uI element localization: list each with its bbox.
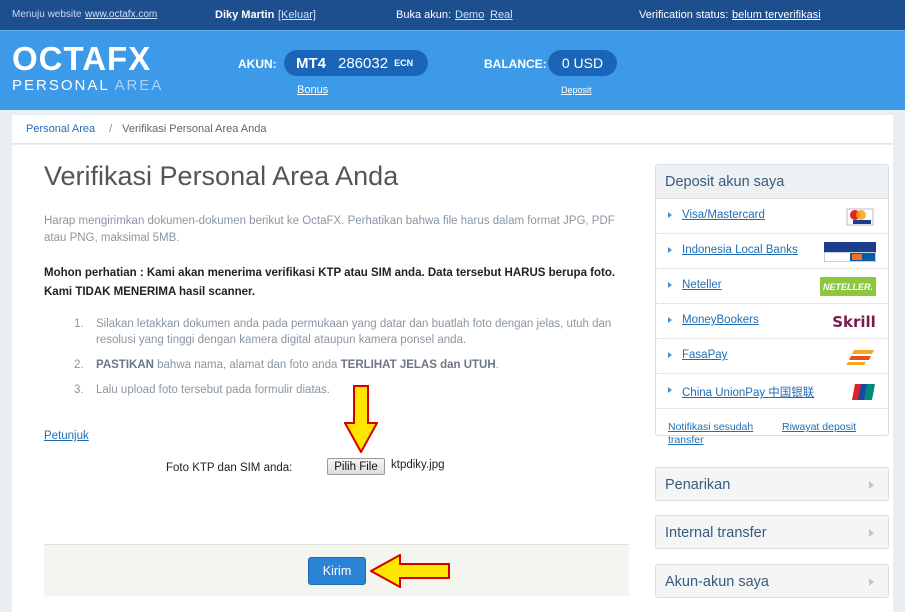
deposit-method-row[interactable]: Visa/Mastercard <box>656 199 888 234</box>
chevron-right-icon <box>869 578 874 586</box>
balance-label: BALANCE: <box>484 57 547 71</box>
logo-area: AREA <box>114 77 164 94</box>
selected-file-name: ktpdiky.jpg <box>391 459 445 471</box>
deposit-method-row[interactable]: Indonesia Local Banks <box>656 234 888 269</box>
deposit-method-link[interactable]: China UnionPay 中国银联 <box>682 384 814 400</box>
header: OCTAFX PERSONAL AREA AKUN: MT4 286032 EC… <box>0 30 905 110</box>
notice-text: Mohon perhatian : Kami akan menerima ver… <box>44 267 616 298</box>
breadcrumb-current: Verifikasi Personal Area Anda <box>122 123 267 135</box>
menuju-website-label: Menuju website <box>12 9 82 20</box>
instruction-step: 1. Silakan letakkan dokumen anda pada per… <box>74 318 612 346</box>
open-demo-link[interactable]: Demo <box>455 9 484 21</box>
verification-label: Verification status: <box>639 9 729 21</box>
balance-value: 0 USD <box>561 55 604 71</box>
deposit-method-row[interactable]: MoneyBookers Skrill <box>656 304 888 339</box>
octafx-logo[interactable]: OCTAFX PERSONAL AREA <box>12 40 164 95</box>
logo-personal: PERSONAL <box>12 77 110 94</box>
account-selector[interactable]: MT4 286032 ECN <box>284 50 428 76</box>
instruction-list: 1. Silakan letakkan dokumen anda pada per… <box>74 316 634 407</box>
bullet-icon <box>668 282 672 288</box>
breadcrumb-separator: / <box>109 123 113 135</box>
penarikan-title: Penarikan <box>665 477 731 493</box>
penarikan-panel[interactable]: Penarikan <box>655 467 889 501</box>
bonus-link[interactable]: Bonus <box>297 84 328 96</box>
open-real-link[interactable]: Real <box>490 9 513 21</box>
logout-link[interactable]: [Keluar] <box>278 9 316 21</box>
deposit-method-link[interactable]: FasaPay <box>682 349 727 361</box>
bullet-icon <box>668 212 672 218</box>
bullet-icon <box>668 247 672 253</box>
riwayat-deposit-link[interactable]: Riwayat deposit <box>782 421 856 433</box>
deposit-link[interactable]: Deposit <box>561 85 592 95</box>
deposit-method-row[interactable]: Neteller NETELLER. <box>656 269 888 304</box>
deposit-panel-title: Deposit akun saya <box>656 165 888 199</box>
balance-pill: 0 USD <box>548 50 617 76</box>
bullet-icon <box>668 317 672 323</box>
instruction-step: 2. PASTIKAN bahwa nama, alamat dan foto a… <box>74 359 499 371</box>
platform-badge: MT4 <box>296 54 326 72</box>
neteller-icon: NETELLER. <box>820 277 876 296</box>
octafx-website-link[interactable]: www.octafx.com <box>85 9 157 20</box>
breadcrumb-home-link[interactable]: Personal Area <box>26 123 95 135</box>
logo-wordmark: OCTAFX <box>12 40 152 77</box>
fasapay-icon <box>846 347 876 366</box>
deposit-method-row[interactable]: China UnionPay 中国银联 <box>656 374 888 409</box>
internal-transfer-panel[interactable]: Internal transfer <box>655 515 889 549</box>
akun-akun-panel[interactable]: Akun-akun saya <box>655 564 889 598</box>
deposit-method-row[interactable]: FasaPay <box>656 339 888 374</box>
verification-status-link[interactable]: belum terverifikasi <box>732 9 821 21</box>
user-name: Diky Martin <box>215 9 275 21</box>
visa-mastercard-icon <box>846 207 876 226</box>
bca-mandiri-bni-icon <box>824 241 876 262</box>
chevron-right-icon <box>869 481 874 489</box>
chevron-right-icon <box>869 529 874 537</box>
top-bar: Menuju website www.octafx.com Diky Marti… <box>0 0 905 30</box>
skrill-icon: Skrill <box>832 312 876 331</box>
page-title: Verifikasi Personal Area Anda <box>44 161 399 191</box>
deposit-panel: Deposit akun saya Visa/Mastercard Indone… <box>655 164 889 446</box>
instruction-step: 3. Lalu upload foto tersebut pada formuli… <box>74 384 330 396</box>
account-number: 286032 <box>338 54 389 72</box>
deposit-method-link[interactable]: Visa/Mastercard <box>682 209 765 221</box>
notifikasi-transfer-link[interactable]: Notifikasi sesudah transfer <box>668 421 768 447</box>
unionpay-icon <box>852 382 876 401</box>
buka-akun-label: Buka akun: <box>396 9 452 21</box>
choose-file-button[interactable]: Pilih File <box>327 458 385 475</box>
deposit-method-link[interactable]: Neteller <box>682 279 722 291</box>
account-type: ECN <box>394 58 414 68</box>
submit-bar: Kirim <box>44 544 629 596</box>
deposit-method-link[interactable]: MoneyBookers <box>682 314 759 326</box>
akun-akun-title: Akun-akun saya <box>665 574 769 590</box>
breadcrumb: Personal Area / Verifikasi Personal Area A… <box>12 115 893 144</box>
akun-label: AKUN: <box>238 57 277 71</box>
submit-button[interactable]: Kirim <box>308 557 366 585</box>
bullet-icon <box>668 352 672 358</box>
intro-text: Harap mengirimkan dokumen-dokumen beriku… <box>44 215 615 244</box>
main-content: Verifikasi Personal Area Anda Harap meng… <box>12 145 893 612</box>
bullet-icon <box>668 387 672 393</box>
petunjuk-link[interactable]: Petunjuk <box>44 430 89 442</box>
internal-transfer-title: Internal transfer <box>665 525 767 541</box>
file-upload-label: Foto KTP dan SIM anda: <box>166 462 293 474</box>
deposit-method-link[interactable]: Indonesia Local Banks <box>682 244 798 256</box>
